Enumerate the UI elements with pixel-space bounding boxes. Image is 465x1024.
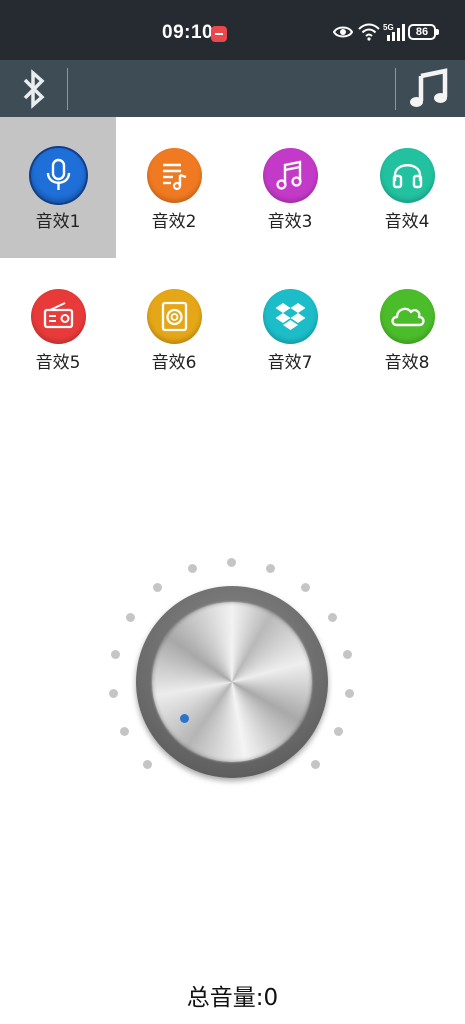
volume-knob-face[interactable]: [152, 602, 312, 762]
knob-tick: [266, 564, 275, 573]
knob-tick: [126, 613, 135, 622]
effect-label: 音效3: [267, 212, 313, 232]
status-time: 09:10: [162, 22, 214, 43]
dropbox-icon: [263, 289, 318, 344]
radio-icon: [31, 289, 86, 344]
volume-knob-area: [100, 550, 365, 795]
effect-2-button[interactable]: 音效2: [116, 117, 232, 258]
effect-label: 音效5: [35, 353, 81, 373]
knob-tick: [343, 650, 352, 659]
eye-icon: [333, 26, 353, 38]
status-icons: 5G 86: [333, 22, 458, 44]
bluetooth-icon[interactable]: [14, 69, 54, 109]
music-note-icon[interactable]: [409, 68, 451, 110]
top-toolbar: [0, 60, 465, 117]
effect-3-button[interactable]: 音效3: [232, 117, 348, 258]
toolbar-divider: [67, 68, 68, 110]
knob-tick: [311, 760, 320, 769]
cloud-icon: [380, 289, 435, 344]
effect-1-button[interactable]: 音效1: [0, 117, 116, 258]
knob-tick: [328, 613, 337, 622]
status-bar: 09:10 5G 86: [0, 0, 465, 60]
playlist-icon: [147, 148, 202, 203]
effect-5-button[interactable]: 音效5: [0, 258, 116, 399]
headphones-icon: [380, 148, 435, 203]
knob-tick: [188, 564, 197, 573]
effect-label: 音效4: [384, 212, 430, 232]
knob-tick: [109, 689, 118, 698]
app-notification-icon: [211, 26, 227, 42]
effect-label: 音效2: [151, 212, 197, 232]
effect-7-button[interactable]: 音效7: [232, 258, 348, 399]
knob-indicator: [180, 714, 189, 723]
effects-grid: 音效1 音效2 音效3 音效4 音效5 音效6 音效7 音效8: [0, 117, 465, 399]
network-type: 5G: [383, 23, 394, 32]
effect-label: 音效6: [151, 353, 197, 373]
knob-tick: [111, 650, 120, 659]
knob-tick: [334, 727, 343, 736]
effect-label: 音效8: [384, 353, 430, 373]
toolbar-divider: [395, 68, 396, 110]
knob-tick: [227, 558, 236, 567]
signal-icon: 5G: [383, 23, 405, 41]
effect-label: 音效1: [35, 212, 81, 232]
microphone-icon: [31, 148, 86, 203]
effect-6-button[interactable]: 音效6: [116, 258, 232, 399]
knob-tick: [345, 689, 354, 698]
knob-tick: [153, 583, 162, 592]
knob-tick: [301, 583, 310, 592]
wifi-icon: [358, 23, 380, 41]
effect-8-button[interactable]: 音效8: [349, 258, 465, 399]
speaker-icon: [147, 289, 202, 344]
knob-tick: [120, 727, 129, 736]
effect-4-button[interactable]: 音效4: [349, 117, 465, 258]
knob-tick: [143, 760, 152, 769]
volume-knob[interactable]: [136, 586, 328, 778]
effect-label: 音效7: [267, 353, 313, 373]
music-note-icon: [263, 148, 318, 203]
total-volume-label: 总音量:0: [186, 985, 279, 1011]
battery-icon: 86: [408, 24, 439, 40]
